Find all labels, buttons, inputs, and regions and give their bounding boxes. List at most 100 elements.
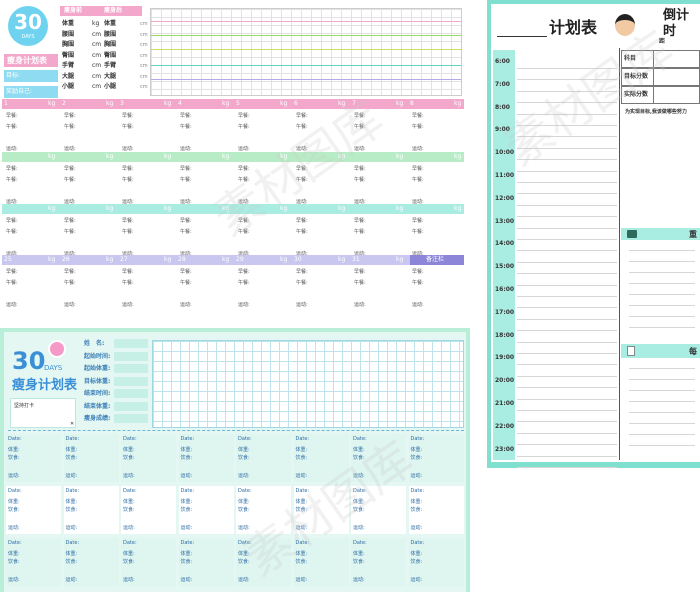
countdown-title: 倒计时	[663, 8, 690, 39]
ruled-line	[517, 261, 617, 263]
ruled-line	[517, 307, 617, 309]
measure-unit: cm	[92, 30, 102, 38]
day-unit: kg	[164, 205, 172, 212]
cell-label: 体重:	[180, 499, 193, 505]
cell-label: 午餐:	[6, 280, 18, 286]
cell-label: 早餐:	[180, 166, 192, 172]
cell-label: 体重:	[123, 447, 135, 453]
dotted-divider	[8, 430, 464, 431]
cell-label: 早餐:	[6, 113, 18, 119]
cell-label: 午餐:	[354, 229, 366, 235]
subtitle: 瘦身计划表	[7, 56, 47, 65]
cell-label: 早餐:	[354, 166, 366, 172]
info-field[interactable]	[114, 414, 148, 423]
day-unit: kg	[338, 256, 346, 263]
cell-label: 运动:	[238, 473, 250, 479]
ruled-line	[517, 444, 617, 446]
measure-label-b: 胸围	[104, 41, 117, 48]
cell-label: 饮食:	[410, 559, 423, 565]
info-label: 瘦身成绩:	[84, 415, 111, 422]
cell-label: 运动:	[65, 473, 78, 479]
cell-label: 饮食:	[8, 455, 20, 461]
cell-label: 早餐:	[238, 113, 250, 119]
title-underline	[497, 36, 547, 37]
cell-label: 午餐:	[296, 280, 308, 286]
info-label: 起始时间:	[84, 352, 111, 360]
cell-label: 午餐:	[180, 124, 192, 130]
cell-label: Date:	[238, 488, 252, 494]
cell-label: 体重:	[295, 447, 308, 453]
time-label: 22:00	[495, 422, 515, 430]
cell-label: 运动:	[410, 525, 423, 531]
cell-label: 午餐:	[122, 177, 134, 183]
cell-label: 早餐:	[354, 269, 366, 275]
time-label: 12:00	[495, 194, 515, 202]
day-number: 26	[62, 256, 70, 263]
info-field[interactable]	[114, 351, 148, 361]
info-field[interactable]	[114, 376, 148, 386]
cell-label: 饮食:	[410, 507, 423, 513]
day-number: 30	[294, 256, 302, 263]
cell-label: 体重:	[8, 499, 20, 505]
tag-mark: ✕	[70, 421, 75, 427]
cell-label: Date:	[8, 488, 22, 494]
cell-label: 运动:	[8, 525, 20, 531]
measure-label-a: 臀围	[62, 51, 75, 59]
cell-label: 饮食:	[238, 507, 250, 513]
cell-label: 饮食:	[123, 559, 135, 565]
ruled-line	[629, 423, 695, 424]
cell-label: 饮食:	[65, 455, 78, 461]
planner-title: 计划表	[549, 18, 598, 37]
cell-label: 早餐:	[122, 269, 134, 275]
day-unit: kg	[222, 100, 230, 107]
ruled-line	[629, 316, 695, 317]
day-number: 28	[178, 256, 186, 263]
cell-label: Date:	[410, 436, 425, 442]
day-number: 5	[236, 100, 240, 107]
tagline: 坚持打卡	[14, 403, 35, 409]
cell-label: 午餐:	[180, 280, 192, 286]
info-field[interactable]	[114, 364, 148, 373]
ruled-line	[517, 330, 617, 332]
cell-label: Date:	[410, 488, 425, 494]
cell-label: 早餐:	[412, 269, 424, 275]
measure-unit: kg	[92, 20, 100, 27]
info-field[interactable]	[114, 389, 148, 398]
line-violet	[151, 79, 461, 80]
cell-label: 饮食:	[180, 507, 193, 513]
line-pink	[151, 21, 461, 22]
info-field[interactable]	[114, 339, 148, 348]
day-unit: kg	[396, 205, 404, 212]
ruled-line	[629, 272, 695, 273]
cell-label: Date:	[180, 436, 195, 442]
measure-label-b: 小腿	[104, 83, 117, 90]
info-field[interactable]	[114, 401, 148, 411]
measure-label-b: 大腿	[104, 72, 117, 80]
day-band	[2, 99, 464, 109]
cell-label: 运动:	[238, 146, 250, 152]
mascot-icon	[48, 340, 66, 358]
cell-label: 运动:	[353, 577, 365, 583]
cell-label: 午餐:	[412, 280, 424, 286]
cell-label: 午餐:	[238, 280, 250, 286]
cell-label: Date:	[353, 540, 367, 546]
goal-label: 目标:	[6, 72, 21, 79]
cell-label: 早餐:	[122, 166, 134, 172]
time-label: 16:00	[495, 286, 515, 293]
ruled-line	[517, 193, 617, 195]
cell-label: 体重:	[65, 499, 78, 505]
cell-label: 体重:	[65, 551, 78, 557]
cell-label: Date:	[180, 540, 195, 546]
time-label: 14:00	[495, 240, 515, 248]
ruled-line	[517, 375, 617, 377]
cell-label: 饮食:	[353, 559, 365, 565]
chart-y-unit: cm	[140, 73, 148, 80]
section-a-label: 重	[689, 230, 697, 239]
cell-label: 早餐:	[122, 113, 134, 119]
day-unit: kg	[396, 153, 404, 160]
ruled-line	[517, 410, 617, 411]
line-lime	[151, 49, 461, 50]
ruled-line	[517, 204, 617, 206]
cell-label: 体重:	[65, 447, 78, 453]
cell-label: Date:	[8, 436, 22, 442]
